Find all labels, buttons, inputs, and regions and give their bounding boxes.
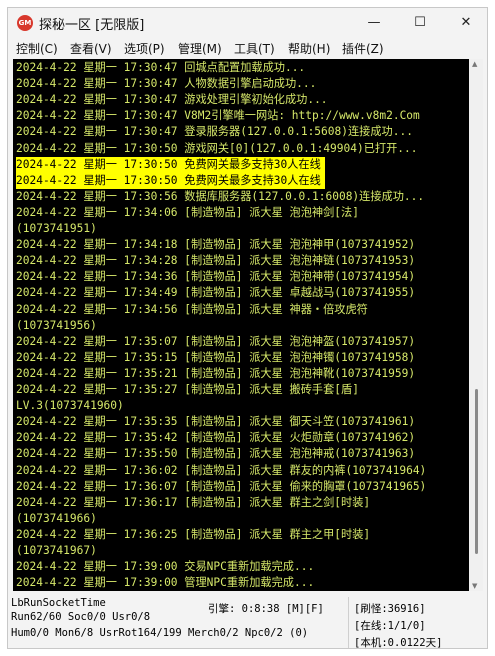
log-line: 2024-4-22 星期一 17:35:42 [制造物品] 派大星 火炬勋章(1… <box>16 431 416 445</box>
menu-bar: 控制(C) 查看(V) 选项(P) 管理(M) 工具(T) 帮助(H) 插件(Z… <box>8 38 487 58</box>
log-line: 2024-4-22 星期一 17:30:47 人物数据引擎启动成功... <box>16 77 317 91</box>
log-line: 2024-4-22 星期一 17:30:47 V8M2引擎唯一网站: http:… <box>16 109 420 123</box>
maximize-icon[interactable]: ☐ <box>397 8 443 38</box>
status-version: [本机:0.0122天] <box>354 637 443 649</box>
log-line: 2024-4-22 星期一 17:34:28 [制造物品] 派大星 泡泡神链(1… <box>16 254 416 268</box>
log-line: 2024-4-22 星期一 17:30:47 游戏处理引擎初始化成功... <box>16 93 328 107</box>
menu-options[interactable]: 选项(P) <box>124 40 165 57</box>
log-line: (1073741951) <box>16 222 97 235</box>
log-line: 2024-4-22 星期一 17:36:07 [制造物品] 派大星 偷来的胸罩(… <box>16 479 427 493</box>
log-line: 2024-4-22 星期一 17:36:17 [制造物品] 派大星 群主之剑[时… <box>16 495 371 509</box>
menu-manage[interactable]: 管理(M) <box>178 40 222 57</box>
scroll-up-icon[interactable]: ▲ <box>472 60 477 68</box>
log-line: 2024-4-22 星期一 17:34:18 [制造物品] 派大星 泡泡神甲(1… <box>16 238 416 252</box>
log-line: 2024-4-22 星期一 17:30:47 回城点配置加载成功... <box>16 61 306 74</box>
menu-help[interactable]: 帮助(H) <box>288 40 330 57</box>
log-line: 2024-4-22 星期一 17:36:25 [制造物品] 派大星 群主之甲[时… <box>16 527 371 541</box>
log-line: 2024-4-22 星期一 17:35:27 [制造物品] 派大星 搬砖手套[盾… <box>16 383 359 396</box>
menu-view[interactable]: 查看(V) <box>70 40 112 57</box>
log-line: 2024-4-22 星期一 17:39:00 管理NPC重新加载完成... <box>16 576 315 590</box>
status-engine-time: 引擎: 0:8:38 [M][F] <box>208 603 324 615</box>
status-run-stats: Run62/60 Soc0/0 Usr0/8 <box>11 611 151 623</box>
log-line: (1073741956) <box>16 318 97 332</box>
log-line-highlighted: 2024-4-22 星期一 17:30:50 免费网关最多支持30人在线 <box>16 156 325 173</box>
status-hum-stats: Hum0/0 Mon6/8 UsrRot164/199 Merch0/2 Npc… <box>11 627 309 639</box>
log-line-highlighted: 2024-4-22 星期一 17:30:50 免费网关最多支持30人在线 <box>16 172 325 189</box>
status-socket-time: LbRunSocketTime <box>11 597 106 609</box>
scrollbar-thumb[interactable] <box>475 389 478 554</box>
log-panel[interactable]: 2024-4-22 星期一 17:30:47 回城点配置加载成功... 2024-… <box>13 59 469 591</box>
log-line: 2024-4-22 星期一 17:30:47 登录服务器(127.0.0.1:5… <box>16 125 413 139</box>
minimize-icon[interactable]: — <box>351 8 397 38</box>
log-line: 2024-4-22 星期一 17:35:35 [制造物品] 派大星 御天斗笠(1… <box>16 415 416 429</box>
log-scrollbar[interactable]: ▲ ▼ <box>469 59 483 591</box>
menu-control[interactable]: 控制(C) <box>16 40 58 57</box>
status-bar: LbRunSocketTime Run62/60 Soc0/0 Usr0/8 H… <box>8 595 487 649</box>
log-line: 2024-4-22 星期一 17:34:56 [制造物品] 派大星 神器・倍攻虎… <box>16 302 368 316</box>
log-line: 2024-4-22 星期一 17:35:50 [制造物品] 派大星 泡泡神戒(1… <box>16 447 416 461</box>
log-line: 2024-4-22 星期一 17:34:49 [制造物品] 派大星 卓越战马(1… <box>16 286 416 300</box>
log-line: (1073741967) <box>16 544 97 557</box>
log-line: 2024-4-22 星期一 17:35:21 [制造物品] 派大星 泡泡神靴(1… <box>16 366 416 380</box>
log-line: 2024-4-22 星期一 17:30:56 数据库服务器(127.0.0.1:… <box>16 189 425 203</box>
title-bar[interactable]: GM 探秘一区 [无限版] — ☐ ✕ <box>8 8 487 38</box>
window-title: 探秘一区 [无限版] <box>39 18 145 33</box>
log-line: 2024-4-22 星期一 17:34:36 [制造物品] 派大星 泡泡神带(1… <box>16 270 416 284</box>
log-line: (1073741966) <box>16 511 97 525</box>
log-line: 2024-4-22 星期一 17:35:07 [制造物品] 派大星 泡泡神盔(1… <box>16 334 416 348</box>
log-line: 2024-4-22 星期一 17:36:02 [制造物品] 派大星 群友的内裤(… <box>16 463 427 477</box>
log-line: LV.3(1073741960) <box>16 399 124 413</box>
close-icon[interactable]: ✕ <box>443 8 487 38</box>
menu-plugins[interactable]: 插件(Z) <box>342 40 384 57</box>
log-line: 2024-4-22 星期一 17:30:50 游戏网关[0](127.0.0.1… <box>16 141 418 155</box>
log-line: 2024-4-22 星期一 17:39:00 交易NPC重新加载完成... <box>16 560 315 574</box>
log-line: 2024-4-22 星期一 17:34:06 [制造物品] 派大星 泡泡神剑[法… <box>16 205 359 219</box>
status-online-count: [在线:1/1/0] <box>354 620 426 632</box>
menu-tools[interactable]: 工具(T) <box>234 40 275 57</box>
app-logo-icon: GM <box>17 15 33 31</box>
status-refresh-count: [刷怪:36916] <box>354 603 426 615</box>
main-window: GM 探秘一区 [无限版] — ☐ ✕ 控制(C) 查看(V) 选项(P) 管理… <box>7 7 488 649</box>
log-line: 2024-4-22 星期一 17:35:15 [制造物品] 派大星 泡泡神镯(1… <box>16 350 416 364</box>
status-divider <box>348 597 349 648</box>
scroll-down-icon[interactable]: ▼ <box>472 582 477 590</box>
